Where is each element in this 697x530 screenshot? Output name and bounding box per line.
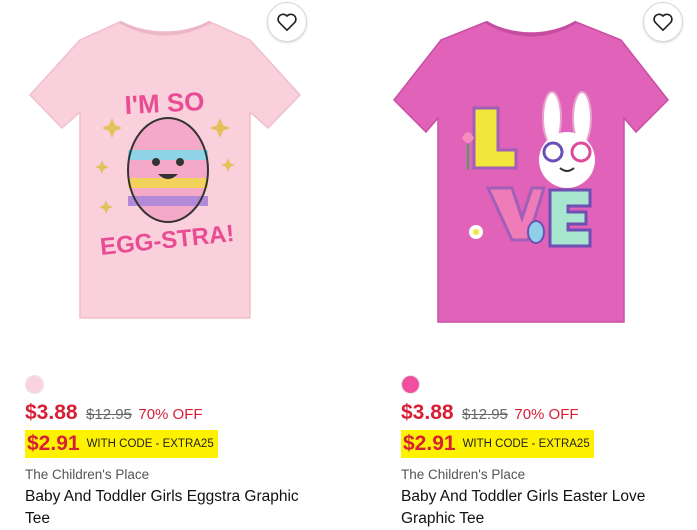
sale-price: $3.88 — [401, 401, 454, 424]
product-title[interactable]: Baby And Toddler Girls Eggstra Graphic T… — [25, 486, 325, 530]
favorite-button[interactable] — [643, 2, 683, 42]
brand-name: The Children's Place — [25, 467, 150, 482]
promo-price: $2.91 — [403, 432, 456, 455]
product-card[interactable]: LO VE $3.88 $12.95 70% OFF $2.91 WITH CO… — [376, 0, 697, 530]
discount-label: 70% OFF — [514, 406, 579, 423]
promo-code-text: WITH CODE - EXTRA25 — [462, 438, 590, 450]
heart-outline-icon — [653, 13, 673, 31]
heart-outline-icon — [277, 13, 297, 31]
sale-price: $3.88 — [25, 401, 78, 424]
product-card[interactable]: I'M SO EGG-STRA! $3.88 $12.95 70% OFF $2… — [0, 0, 330, 530]
original-price: $12.95 — [462, 406, 508, 423]
price-row: $3.88 $12.95 70% OFF — [25, 401, 203, 425]
price-row: $3.88 $12.95 70% OFF — [401, 401, 579, 425]
graphic-text-bottom: VE — [376, 0, 378, 1]
promo-code-text: WITH CODE - EXTRA25 — [86, 438, 214, 450]
promo-price: $2.91 — [27, 432, 80, 455]
product-image[interactable]: I'M SO EGG-STRA! — [0, 0, 330, 350]
product-title[interactable]: Baby And Toddler Girls Easter Love Graph… — [401, 486, 697, 530]
promo-badge: $2.91 WITH CODE - EXTRA25 — [25, 430, 218, 458]
discount-label: 70% OFF — [138, 406, 203, 423]
graphic-text-top: I'M SO — [124, 86, 205, 120]
color-swatch[interactable] — [25, 375, 44, 394]
promo-badge: $2.91 WITH CODE - EXTRA25 — [401, 430, 594, 458]
brand-name: The Children's Place — [401, 467, 526, 482]
color-swatch[interactable] — [401, 375, 420, 394]
favorite-button[interactable] — [267, 2, 307, 42]
product-image[interactable]: LO VE — [376, 0, 697, 350]
original-price: $12.95 — [86, 406, 132, 423]
